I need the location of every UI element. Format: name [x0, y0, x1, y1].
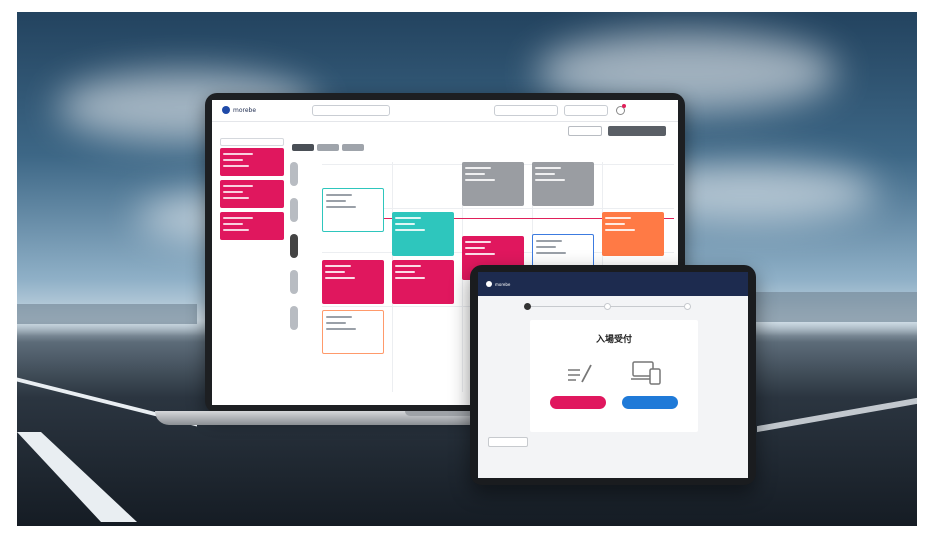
event-card[interactable]: [322, 310, 384, 354]
lane-tab[interactable]: [290, 306, 298, 330]
tablet-brand: morebe: [486, 281, 510, 287]
filter-chips: [292, 144, 364, 151]
event-card[interactable]: [322, 260, 384, 304]
facility-select[interactable]: [494, 105, 558, 116]
lane-tab[interactable]: [290, 270, 298, 294]
filter-chip[interactable]: [342, 144, 364, 151]
lane-tab-active[interactable]: [290, 234, 298, 258]
devices-icon: [631, 361, 661, 385]
area-select[interactable]: [564, 105, 608, 116]
checkin-panel: 入場受付: [530, 320, 698, 432]
event-card[interactable]: [532, 162, 594, 206]
step-2: [604, 303, 611, 310]
progress-steps: [508, 302, 698, 318]
form-pen-icon: [568, 364, 592, 383]
event-card[interactable]: [462, 162, 524, 206]
lane-tab[interactable]: [290, 198, 298, 222]
panel-title: 入場受付: [595, 335, 632, 345]
event-card[interactable]: [392, 260, 454, 304]
sidebar-card[interactable]: [220, 148, 284, 176]
sidebar-card[interactable]: [220, 180, 284, 208]
filter-chip[interactable]: [292, 144, 314, 151]
sidebar-card[interactable]: [220, 212, 284, 240]
lane-tab[interactable]: [290, 162, 298, 186]
app-header: morebe: [212, 100, 678, 122]
tablet-screen: morebe 入場受付: [478, 272, 748, 478]
secondary-checkin-button[interactable]: [622, 396, 678, 409]
filter-chip[interactable]: [317, 144, 339, 151]
primary-checkin-button[interactable]: [550, 396, 606, 409]
sidebar-search[interactable]: [220, 138, 284, 146]
back-button[interactable]: [488, 437, 528, 447]
logo-icon: [486, 281, 492, 287]
tablet-header: morebe: [478, 272, 748, 296]
brand-name: morebe: [233, 106, 257, 114]
logo-icon: [222, 106, 230, 114]
step-3: [684, 303, 691, 310]
step-1: [524, 303, 531, 310]
brand: morebe: [222, 106, 256, 114]
event-card[interactable]: [602, 212, 664, 256]
notification-dot: [622, 104, 626, 108]
tablet-brand-name: morebe: [495, 281, 511, 287]
date-picker[interactable]: [312, 105, 390, 116]
event-card[interactable]: [392, 212, 454, 256]
toolbar-button-primary[interactable]: [608, 126, 666, 136]
toolbar-button[interactable]: [568, 126, 602, 136]
event-card[interactable]: [322, 188, 384, 232]
